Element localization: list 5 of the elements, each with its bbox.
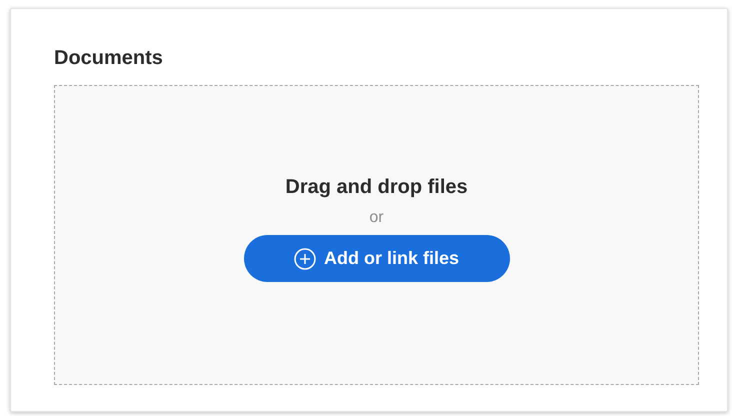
add-files-button[interactable]: Add or link files xyxy=(244,235,510,282)
section-title: Documents xyxy=(54,46,164,71)
drop-heading: Drag and drop files xyxy=(285,175,468,200)
separator-text: or xyxy=(369,208,384,228)
plus-circle-icon xyxy=(294,248,316,270)
